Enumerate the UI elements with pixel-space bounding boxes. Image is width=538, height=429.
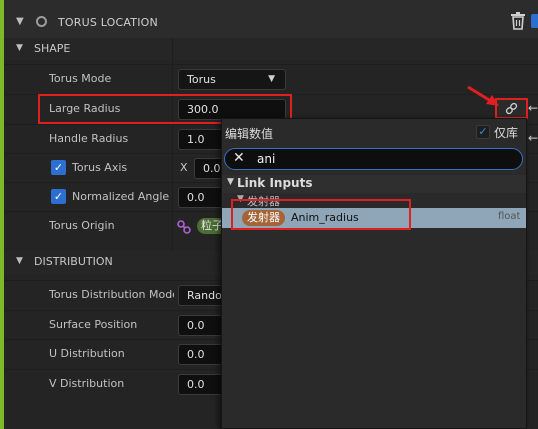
input-value: 300.0: [187, 103, 219, 116]
link-value-button[interactable]: [495, 98, 528, 119]
section-shape[interactable]: ▼ SHAPE: [4, 38, 538, 60]
chevron-down-icon[interactable]: ▼: [16, 256, 23, 266]
module-header[interactable]: ▼ TORUS LOCATION: [4, 0, 538, 40]
axis-prefix-label: X: [180, 161, 188, 174]
link-icon[interactable]: [177, 220, 191, 234]
module-enabled-icon[interactable]: [36, 16, 47, 27]
input-value: 0.0: [187, 378, 205, 391]
row-label: Torus Axis: [72, 161, 128, 174]
reset-arrow-icon[interactable]: ←: [528, 131, 538, 145]
item-badge: 发射器: [242, 210, 285, 226]
search-value: ani: [257, 152, 276, 166]
category-title: Link Inputs: [237, 176, 313, 190]
torus-mode-dropdown[interactable]: Torus ▼: [178, 69, 286, 90]
chevron-down-icon: ▼: [227, 177, 234, 187]
section-title: SHAPE: [34, 42, 71, 55]
reset-arrow-icon[interactable]: ←: [528, 101, 538, 115]
chevron-down-icon: ▼: [237, 194, 244, 204]
row-torus-mode: Torus Mode Torus ▼: [4, 64, 538, 93]
row-label: Handle Radius: [49, 132, 129, 145]
row-label: Torus Distribution Mode: [49, 288, 174, 301]
row-label: Torus Mode: [49, 72, 112, 85]
chevron-down-icon[interactable]: ▼: [16, 16, 24, 27]
subcategory-title: 发射器: [247, 195, 280, 208]
item-name: Anim_radius: [291, 211, 359, 224]
search-input[interactable]: ✕ ani: [224, 148, 523, 170]
row-label: U Distribution: [49, 347, 125, 360]
row-label: Torus Origin: [49, 219, 115, 232]
row-label: V Distribution: [49, 377, 125, 390]
chevron-down-icon: ▼: [268, 74, 275, 84]
input-value: 0.0: [187, 191, 205, 204]
row-label: Large Radius: [49, 102, 121, 115]
section-title: DISTRIBUTION: [34, 255, 113, 268]
torus-axis-checkbox[interactable]: ✓: [51, 160, 66, 175]
list-item-anim-radius[interactable]: 发射器 Anim_radius float: [222, 208, 526, 228]
chevron-down-icon[interactable]: ▼: [16, 43, 23, 53]
only-library-checkbox[interactable]: ✓: [476, 125, 490, 139]
module-title: TORUS LOCATION: [58, 16, 158, 29]
large-radius-input[interactable]: 300.0: [178, 99, 286, 120]
input-value: 1.0: [187, 133, 205, 146]
item-type: float: [498, 211, 521, 222]
row-label: Normalized Angle /: [72, 190, 172, 203]
input-value: 0.0: [187, 319, 205, 332]
module-enable-checkbox[interactable]: [531, 14, 538, 28]
dropdown-value: Torus: [187, 73, 216, 86]
subcategory-emitter[interactable]: ▼ 发射器: [222, 193, 526, 209]
column-divider: [172, 38, 173, 250]
trash-icon[interactable]: [510, 12, 526, 30]
dropdown-value: Rando: [187, 289, 222, 302]
input-value: 0.0: [203, 162, 221, 175]
input-value: 0.0: [187, 348, 205, 361]
only-library-label: 仅库: [494, 126, 519, 140]
popup-title: 编辑数值: [225, 127, 274, 141]
category-link-inputs[interactable]: ▼ Link Inputs: [222, 175, 526, 193]
normalized-angle-checkbox[interactable]: ✓: [51, 189, 66, 204]
clear-search-icon[interactable]: ✕: [233, 150, 245, 166]
row-label: Surface Position: [49, 318, 138, 331]
edit-value-popup: 编辑数值 ✓ 仅库 ✕ ani ▼ Link Inputs ▼ 发射器 发射器 …: [221, 118, 527, 429]
